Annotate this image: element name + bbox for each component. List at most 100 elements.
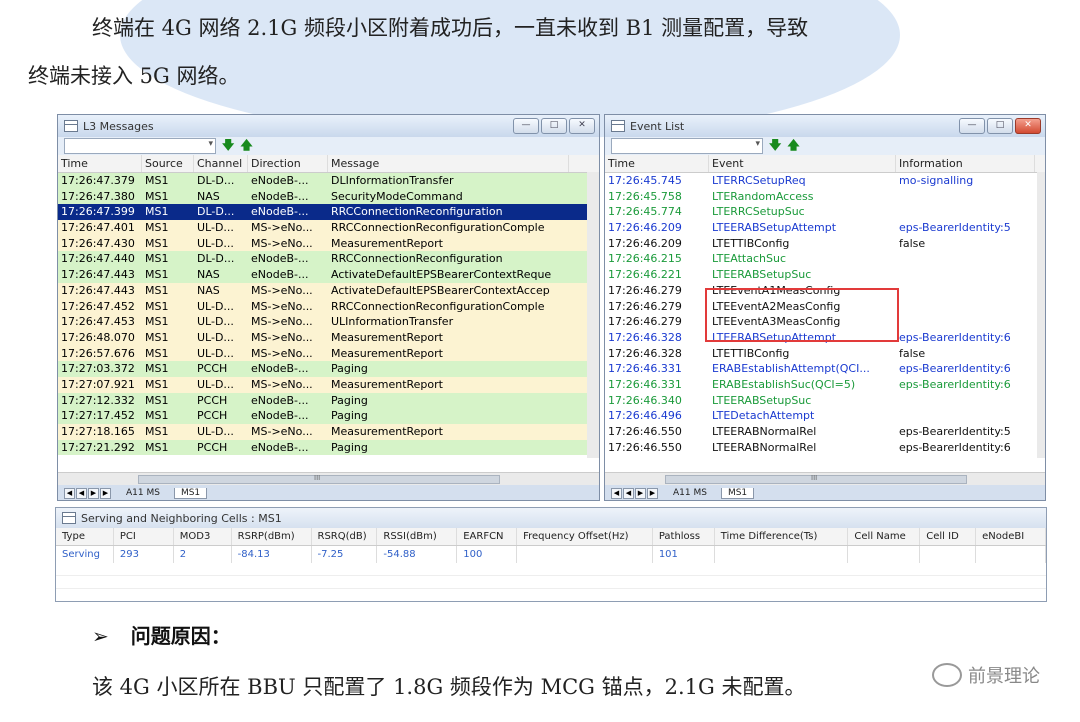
table-row[interactable]: 17:27:03.372 MS1 PCCH eNodeB-... Paging <box>58 361 599 377</box>
table-row[interactable]: 17:27:17.452 MS1 PCCH eNodeB-... Paging <box>58 408 599 424</box>
cell-channel: UL-D... <box>197 346 234 360</box>
col-time[interactable]: Time <box>605 155 709 172</box>
table-row[interactable]: 17:26:48.070 MS1 UL-D... MS->eNo... Measurem… <box>58 329 599 346</box>
table-row[interactable]: 17:26:46.221 LTEERABSetupSuc <box>605 267 1045 283</box>
table-row[interactable]: 17:26:46.496 LTEDetachAttempt <box>605 408 1045 424</box>
table-row[interactable]: 17:26:46.331 ERABEstablishSuc(QCI=5) eps-B… <box>605 377 1045 393</box>
table-row[interactable]: 17:26:47.452 MS1 UL-D... MS->eNo... RRCConne… <box>58 298 599 315</box>
table-row[interactable]: 17:26:45.774 LTERRCSetupSuc <box>605 204 1045 220</box>
tab-ms1[interactable]: MS1 <box>720 487 755 499</box>
scroll-thumb[interactable]: III <box>138 474 500 484</box>
cell-info <box>896 267 1035 283</box>
table-row[interactable]: 17:26:47.379 MS1 DL-D... eNodeB-... DLInform… <box>58 173 599 189</box>
l3-horizontal-scrollbar[interactable]: III <box>58 472 599 485</box>
col-message[interactable]: Message <box>328 155 569 172</box>
cell-event: LTEERABSetupAttempt <box>712 221 837 235</box>
cells-col-header[interactable]: eNodeBI <box>976 528 1046 545</box>
col-channel[interactable]: Channel <box>194 155 248 172</box>
table-row[interactable]: 17:27:18.165 MS1 UL-D... MS->eNo... Measurem… <box>58 424 599 440</box>
cells-col-header[interactable]: Cell Name <box>848 528 921 545</box>
l3-filter-dropdown[interactable]: ▾ <box>64 138 216 154</box>
cell-source: MS1 <box>145 425 169 438</box>
next-icon[interactable]: ▶ <box>88 487 99 499</box>
table-row[interactable]: 17:26:47.401 MS1 UL-D... MS->eNo... RRCConne… <box>58 220 599 236</box>
col-time[interactable]: Time <box>58 155 142 172</box>
cell-time: 17:26:47.379 <box>61 174 135 187</box>
event-vertical-scrollbar[interactable] <box>1037 172 1045 458</box>
cells-col-header[interactable]: Pathloss <box>653 528 715 545</box>
cells-col-header[interactable]: RSSI(dBm) <box>377 528 458 545</box>
cells-col-header[interactable]: RSRQ(dB) <box>312 528 378 545</box>
cell-direction: eNodeB-... <box>251 174 309 187</box>
arrow-down-icon[interactable]: 🡇 <box>769 136 781 157</box>
cells-col-header[interactable]: PCI <box>114 528 174 545</box>
table-row[interactable]: 17:26:47.430 MS1 UL-D... MS->eNo... Measurem… <box>58 235 599 252</box>
bullet-text: 问题原因： <box>130 624 231 648</box>
prev-icon[interactable]: ◀ <box>76 487 87 499</box>
cells-col-header[interactable]: Frequency Offset(Hz) <box>517 528 653 545</box>
cell-time: 17:26:46.221 <box>608 268 682 282</box>
cell-time: 17:26:47.443 <box>61 283 135 297</box>
table-row[interactable]: 17:26:47.443 MS1 NAS eNodeB-... ActivateDefa… <box>58 267 599 283</box>
table-row[interactable]: 17:26:47.380 MS1 NAS eNodeB-... SecurityMode… <box>58 188 599 205</box>
cells-col-header[interactable]: RSRP(dBm) <box>232 528 312 545</box>
table-row[interactable]: 17:26:46.215 LTEAttachSuc <box>605 251 1045 267</box>
last-icon[interactable]: ▶ <box>647 487 658 499</box>
cells-serving-row[interactable]: Serving 293 2 -84.13 -7.25 -54.88 100 101 <box>56 546 1046 563</box>
table-row[interactable]: 17:26:47.443 MS1 NAS MS->eNo... ActivateDefa… <box>58 282 599 299</box>
tab-all-ms[interactable]: A11 MS <box>667 488 713 498</box>
cell-message: ULInformationTransfer <box>331 315 454 329</box>
col-source[interactable]: Source <box>142 155 194 172</box>
col-direction[interactable]: Direction <box>248 155 328 172</box>
table-row[interactable]: 17:27:12.332 MS1 PCCH eNodeB-... Paging <box>58 392 599 409</box>
cells-col-header[interactable]: Type <box>56 528 114 545</box>
prev-icon[interactable]: ◀ <box>623 487 634 499</box>
first-icon[interactable]: ◀ <box>64 487 75 499</box>
table-row[interactable]: 17:27:07.921 MS1 UL-D... MS->eNo... Measurem… <box>58 376 599 393</box>
col-information[interactable]: Information <box>896 155 1035 172</box>
arrow-up-icon[interactable]: 🡅 <box>240 136 252 157</box>
table-row[interactable]: 17:26:46.550 LTEERABNormalRel eps-BearerId… <box>605 424 1045 440</box>
table-row[interactable]: 17:26:46.209 LTETTIBConfig false <box>605 236 1045 252</box>
arrow-up-icon[interactable]: 🡅 <box>787 136 799 157</box>
first-icon[interactable]: ◀ <box>611 487 622 499</box>
tab-all-ms[interactable]: A11 MS <box>120 488 166 498</box>
table-row[interactable]: 17:26:46.209 LTEERABSetupAttempt eps-Beare… <box>605 220 1045 236</box>
cells-col-header[interactable]: Time Difference(Ts) <box>715 528 849 545</box>
cells-col-header[interactable]: EARFCN <box>457 528 518 545</box>
close-button[interactable]: ✕ <box>1015 118 1041 134</box>
table-row[interactable]: 17:26:47.399 MS1 DL-D... eNodeB-... RRCConne… <box>58 204 599 221</box>
table-row[interactable]: 17:26:46.550 LTEERABNormalRel eps-BearerId… <box>605 440 1045 456</box>
next-icon[interactable]: ▶ <box>635 487 646 499</box>
table-row[interactable]: 17:26:45.758 LTERandomAccess <box>605 189 1045 205</box>
cells-col-header[interactable]: Cell ID <box>920 528 977 545</box>
close-button[interactable]: ✕ <box>569 118 595 134</box>
maximize-button[interactable]: □ <box>987 118 1013 134</box>
l3-vertical-scrollbar[interactable] <box>587 172 599 458</box>
empty-row <box>56 576 1046 589</box>
table-row[interactable]: 17:26:47.440 MS1 DL-D... eNodeB-... RRCConne… <box>58 251 599 268</box>
tab-ms1[interactable]: MS1 <box>173 487 208 499</box>
minimize-button[interactable]: — <box>513 118 539 134</box>
cells-value <box>517 546 653 563</box>
table-row[interactable]: 17:26:46.340 LTEERABSetupSuc <box>605 393 1045 409</box>
window-icon <box>62 512 76 524</box>
cell-message: Paging <box>331 362 368 376</box>
arrow-down-icon[interactable]: 🡇 <box>222 136 234 157</box>
col-event[interactable]: Event <box>709 155 896 172</box>
cells-col-header[interactable]: MOD3 <box>174 528 232 545</box>
table-row[interactable]: 17:26:46.331 ERABEstablishAttempt(QCI... e… <box>605 361 1045 377</box>
maximize-button[interactable]: □ <box>541 118 567 134</box>
table-row[interactable]: 17:26:57.676 MS1 UL-D... MS->eNo... Measurem… <box>58 345 599 362</box>
scroll-thumb[interactable]: III <box>665 474 967 484</box>
table-row[interactable]: 17:26:46.328 LTETTIBConfig false <box>605 346 1045 362</box>
table-row[interactable]: 17:27:21.292 MS1 PCCH eNodeB-... Paging <box>58 439 599 456</box>
minimize-button[interactable]: — <box>959 118 985 134</box>
table-row[interactable]: 17:26:47.453 MS1 UL-D... MS->eNo... ULInform… <box>58 314 599 330</box>
event-filter-dropdown[interactable]: ▾ <box>611 138 763 154</box>
cell-channel: UL-D... <box>197 315 234 329</box>
event-horizontal-scrollbar[interactable]: III <box>605 472 1045 485</box>
last-icon[interactable]: ▶ <box>100 487 111 499</box>
table-row[interactable]: 17:26:45.745 LTERRCSetupReq mo-signalling <box>605 173 1045 189</box>
cell-direction: MS->eNo... <box>251 221 313 235</box>
